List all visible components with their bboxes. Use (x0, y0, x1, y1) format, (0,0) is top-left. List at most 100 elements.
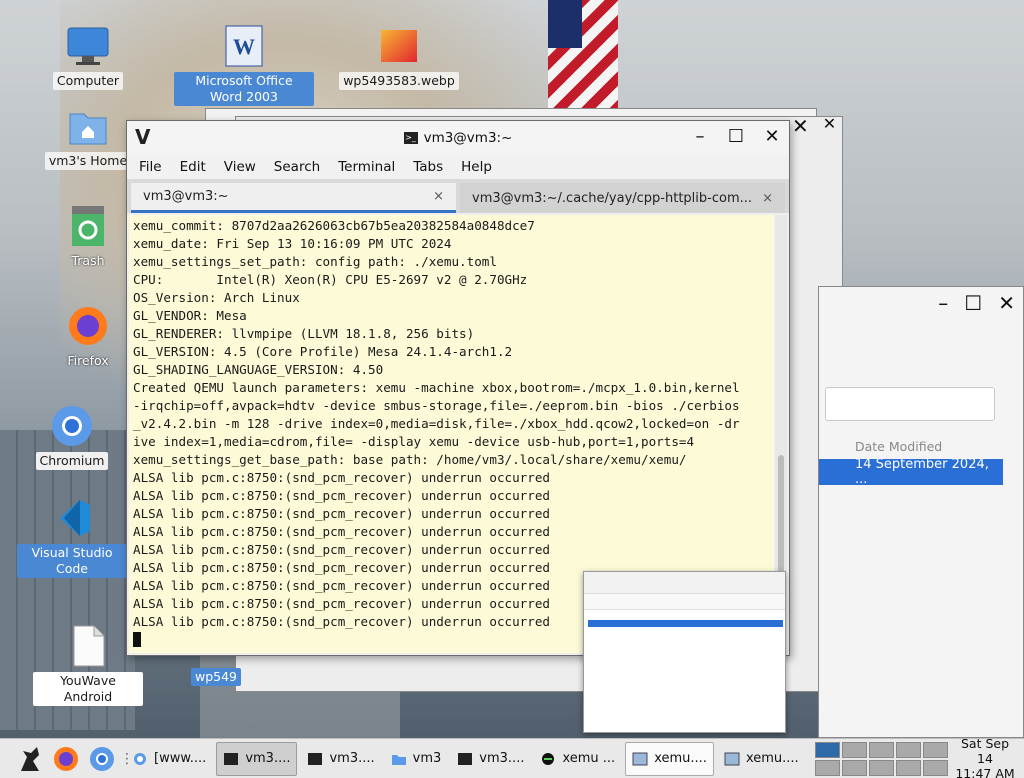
close-icon[interactable]: ✕ (792, 114, 809, 138)
terminal-titlebar[interactable]: V >_ vm3@vm3:~ – ☐ ✕ (127, 121, 789, 155)
menu-search[interactable]: Search (274, 159, 320, 175)
clock[interactable]: Sat Sep 14 11:47 AM (952, 736, 1018, 778)
menu-help[interactable]: Help (461, 159, 492, 175)
vscode-icon (50, 496, 94, 540)
workspace-10[interactable] (922, 759, 948, 776)
task-label: vm3.... (245, 751, 291, 766)
workspace-pager[interactable] (814, 741, 948, 776)
task-label: xemu.... (654, 751, 707, 766)
terminal-line: CPU: Intel(R) Xeon(R) CPU E5-2697 v2 @ 2… (133, 272, 528, 287)
tab-cpp-httplib[interactable]: vm3@vm3:~/.cache/yay/cpp-httplib-com... … (460, 183, 785, 213)
task-folder[interactable]: vm3 (385, 742, 448, 776)
task-terminal-3[interactable]: vm3.... (451, 742, 530, 776)
image-file-icon (377, 24, 421, 68)
wallpaper-flag (548, 0, 618, 110)
file-row[interactable]: 14 September 2024, ... (819, 457, 1003, 487)
terminal-line: OS_Version: Arch Linux (133, 290, 300, 305)
terminal-line: Created QEMU launch parameters: xemu -ma… (133, 380, 740, 395)
task-label: xemu ... (562, 751, 616, 766)
tab-home[interactable]: vm3@vm3:~ × (131, 183, 456, 213)
menu-terminal[interactable]: Terminal (338, 159, 395, 175)
workspace-3[interactable] (868, 741, 894, 758)
column-header-date-modified[interactable]: Date Modified (855, 439, 942, 454)
window-title: >_ vm3@vm3:~ (403, 130, 512, 146)
task-xemu-files-1[interactable]: xemu.... (625, 741, 714, 776)
close-button[interactable]: ✕ (761, 125, 783, 147)
chromium-icon (50, 404, 94, 448)
clock-time: 11:47 AM (955, 766, 1015, 778)
terminal-line: xemu_date: Fri Sep 13 10:16:09 PM UTC 20… (133, 236, 452, 251)
terminal-line: ALSA lib pcm.c:8750:(snd_pcm_recover) un… (133, 470, 551, 485)
task-terminal-2[interactable]: vm3.... (301, 742, 380, 776)
word-icon: W (222, 24, 266, 68)
desktop-icon-chromium[interactable]: Chromium (17, 404, 127, 470)
menu-bar: File Edit View Search Terminal Tabs Help (127, 155, 789, 179)
terminal-icon (457, 752, 473, 766)
terminal-line: -irqchip=off,avpack=hdtv -device smbus-s… (133, 398, 740, 413)
task-label: [www.... (154, 751, 207, 766)
chromium-launcher[interactable] (84, 741, 120, 777)
close-icon[interactable]: ✕ (823, 114, 836, 138)
terminal-icon (307, 752, 323, 766)
file-row-date: 14 September 2024, ... (855, 457, 989, 487)
workspace-6[interactable] (814, 759, 840, 776)
maximize-icon[interactable]: ☐ (964, 291, 982, 315)
terminal-line: xemu_settings_set_path: config path: ./x… (133, 254, 497, 269)
minimize-button[interactable]: – (689, 125, 711, 147)
document-icon (66, 624, 110, 668)
maximize-button[interactable]: ☐ (725, 125, 747, 147)
desktop-icon-label: Trash (71, 253, 105, 268)
app-menu-button[interactable] (12, 741, 48, 777)
workspace-4[interactable] (895, 741, 921, 758)
desktop-icon-label: Microsoft Office Word 2003 (174, 72, 314, 106)
desktop-icon-label: Computer (52, 72, 124, 90)
terminal-icon: >_ (403, 132, 418, 144)
terminal-icon (223, 752, 239, 766)
desktop-icon-webp[interactable]: wp5493583.webp (339, 24, 459, 90)
desktop-icon-word[interactable]: W Microsoft Office Word 2003 (174, 24, 314, 106)
close-tab-icon[interactable]: × (433, 189, 444, 204)
home-folder-icon (66, 104, 110, 148)
desktop-icon-computer[interactable]: Computer (33, 24, 143, 90)
thumbnail-toolbar (584, 572, 785, 594)
menu-tabs[interactable]: Tabs (413, 159, 443, 175)
firefox-icon (66, 304, 110, 348)
firefox-launcher[interactable] (48, 741, 84, 777)
search-input[interactable] (825, 387, 995, 421)
task-xemu[interactable]: xemu ... (534, 742, 621, 776)
task-chromium[interactable]: [www.... (126, 742, 212, 776)
workspace-2[interactable] (841, 741, 867, 758)
desktop-icon-label: Chromium (35, 452, 109, 470)
close-tab-icon[interactable]: × (762, 191, 773, 206)
file-manager-window[interactable]: – ☐ ✕ Date Modified 14 September 2024, .… (818, 286, 1024, 738)
desktop-icon-vscode[interactable]: Visual Studio Code (17, 496, 127, 578)
minimize-icon[interactable]: – (938, 291, 948, 315)
terminal-line: GL_RENDERER: llvmpipe (LLVM 18.1.8, 256 … (133, 326, 475, 341)
menu-file[interactable]: File (139, 159, 162, 175)
workspace-8[interactable] (868, 759, 894, 776)
task-label: vm3.... (479, 751, 525, 766)
task-terminal-1[interactable]: vm3.... (216, 741, 298, 776)
background-window-controls[interactable]: ✕ ✕ (792, 114, 836, 138)
menu-view[interactable]: View (224, 159, 256, 175)
thumbnail-selected-row (588, 620, 783, 627)
desktop-icon-label: Visual Studio Code (17, 544, 127, 578)
terminal-line: ive index=1,media=cdrom,file= -display x… (133, 434, 695, 449)
window-thumbnail-preview[interactable] (583, 571, 786, 733)
desktop-icon-label: YouWave Android (33, 672, 143, 706)
menu-edit[interactable]: Edit (180, 159, 206, 175)
terminal-line: ALSA lib pcm.c:8750:(snd_pcm_recover) un… (133, 542, 551, 557)
workspace-5[interactable] (922, 741, 948, 758)
file-manager-icon (724, 752, 740, 766)
workspace-9[interactable] (895, 759, 921, 776)
close-icon[interactable]: ✕ (998, 291, 1015, 315)
workspace-1[interactable] (814, 741, 840, 758)
tab-bar: vm3@vm3:~ × vm3@vm3:~/.cache/yay/cpp-htt… (127, 179, 789, 213)
terminal-line: ALSA lib pcm.c:8750:(snd_pcm_recover) un… (133, 524, 551, 539)
text-cursor (133, 632, 141, 647)
terminal-line: _v2.4.2.bin -m 128 -drive index=0,media=… (133, 416, 740, 431)
terminal-line: GL_SHADING_LANGUAGE_VERSION: 4.50 (133, 362, 384, 377)
task-xemu-files-2[interactable]: xemu.... (718, 742, 805, 776)
trash-icon (66, 204, 110, 248)
workspace-7[interactable] (841, 759, 867, 776)
